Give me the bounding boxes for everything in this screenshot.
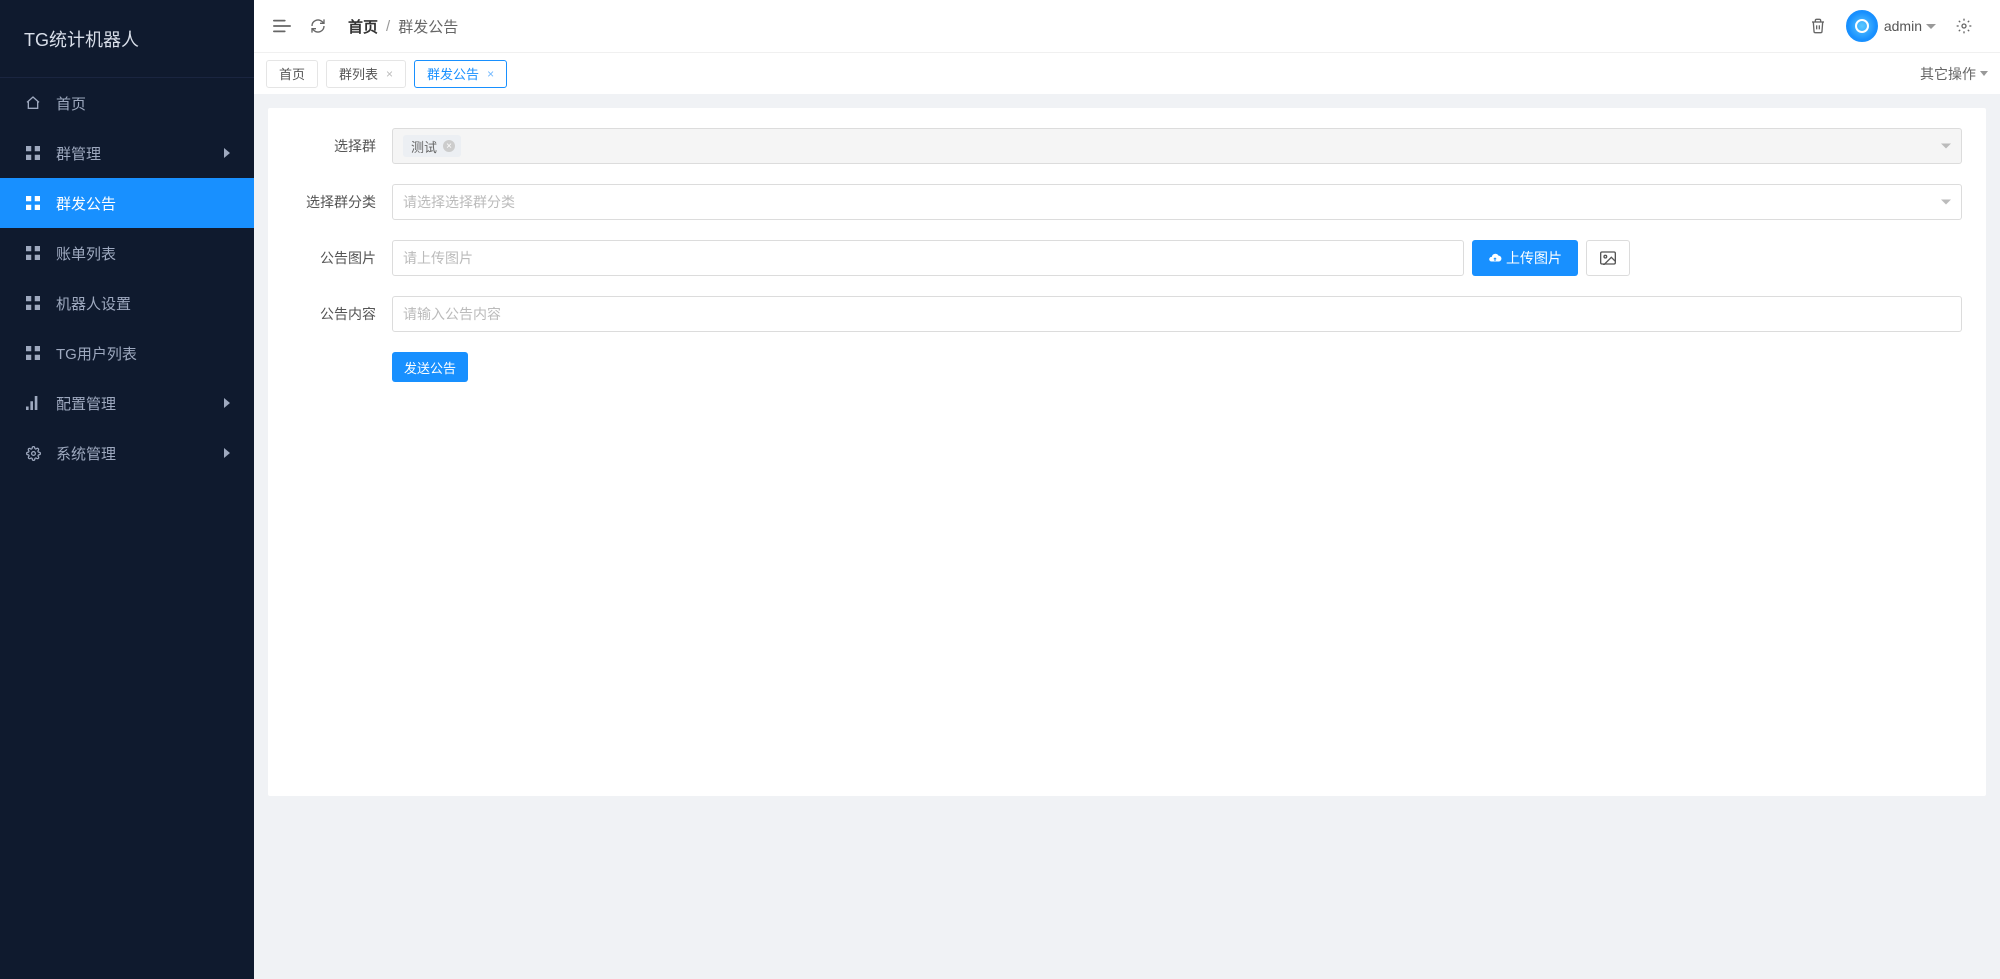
sidebar-item-home[interactable]: 首页: [0, 78, 254, 128]
sidebar-item-bot-settings[interactable]: 机器人设置: [0, 278, 254, 328]
cloud-upload-icon: [1488, 251, 1502, 265]
content-label: 公告内容: [292, 304, 392, 324]
sidebar: TG统计机器人 首页 群管理 群发公告: [0, 0, 254, 979]
menu-toggle-icon[interactable]: [264, 8, 300, 44]
chevron-down-icon: [1941, 200, 1951, 205]
tab-label: 群列表: [339, 64, 378, 83]
tab-group-list[interactable]: 群列表 ×: [326, 60, 406, 88]
avatar[interactable]: [1846, 10, 1878, 42]
image-path-input[interactable]: [392, 240, 1464, 276]
form-row-content: 公告内容: [292, 296, 1962, 332]
form-row-group: 选择群 测试 ×: [292, 128, 1962, 164]
grid-icon: [24, 144, 42, 162]
sidebar-item-label: 系统管理: [56, 443, 116, 464]
tab-label: 群发公告: [427, 64, 479, 83]
submit-button[interactable]: 发送公告: [392, 352, 468, 382]
group-select[interactable]: 测试 ×: [392, 128, 1962, 164]
tabs-bar: 首页 群列表 × 群发公告 × 其它操作: [254, 52, 2000, 94]
category-placeholder: 请选择选择群分类: [403, 192, 515, 212]
group-tag-label: 测试: [411, 137, 437, 156]
chevron-down-icon: [1980, 71, 1988, 76]
gear-icon: [24, 444, 42, 462]
sidebar-item-system[interactable]: 系统管理: [0, 428, 254, 478]
breadcrumb-home[interactable]: 首页: [348, 16, 378, 37]
tabs-more-menu[interactable]: 其它操作: [1920, 64, 1988, 84]
category-label: 选择群分类: [292, 192, 392, 212]
content-panel: 选择群 测试 × 选择群分类 请选择选择群分类: [268, 108, 1986, 796]
app-title: TG统计机器人: [24, 26, 139, 52]
chevron-down-icon[interactable]: [1926, 24, 1936, 29]
sidebar-item-group-manage[interactable]: 群管理: [0, 128, 254, 178]
upload-button[interactable]: 上传图片: [1472, 240, 1578, 276]
image-label: 公告图片: [292, 248, 392, 268]
chevron-right-icon: [224, 448, 230, 458]
breadcrumb: 首页 / 群发公告: [348, 16, 458, 37]
group-label: 选择群: [292, 136, 392, 156]
home-icon: [24, 94, 42, 112]
breadcrumb-page: 群发公告: [398, 16, 458, 37]
sidebar-item-tg-users[interactable]: TG用户列表: [0, 328, 254, 378]
tab-close-icon[interactable]: ×: [386, 67, 393, 81]
upload-label: 上传图片: [1506, 248, 1562, 268]
grid-icon: [24, 194, 42, 212]
main: 首页 / 群发公告 admin 首页 群列表 ×: [254, 0, 2000, 979]
form-row-submit: 发送公告: [292, 352, 1962, 382]
settings-icon[interactable]: [1946, 8, 1982, 44]
sidebar-item-label: 群发公告: [56, 193, 116, 214]
tabs-more-label: 其它操作: [1920, 64, 1976, 84]
sidebar-item-config[interactable]: 配置管理: [0, 378, 254, 428]
tab-home[interactable]: 首页: [266, 60, 318, 88]
chevron-right-icon: [224, 398, 230, 408]
app-logo: TG统计机器人: [0, 0, 254, 78]
grid-icon: [24, 244, 42, 262]
sidebar-item-label: 配置管理: [56, 393, 116, 414]
side-menu: 首页 群管理 群发公告 账单列表: [0, 78, 254, 979]
image-icon: [1600, 251, 1616, 265]
form-row-image: 公告图片 上传图片: [292, 240, 1962, 276]
tab-close-icon[interactable]: ×: [487, 67, 494, 81]
sidebar-item-label: 账单列表: [56, 243, 116, 264]
category-select[interactable]: 请选择选择群分类: [392, 184, 1962, 220]
tab-broadcast[interactable]: 群发公告 ×: [414, 60, 507, 88]
header: 首页 / 群发公告 admin: [254, 0, 2000, 52]
sidebar-item-label: 机器人设置: [56, 293, 131, 314]
tab-label: 首页: [279, 64, 305, 83]
grid-icon: [24, 344, 42, 362]
chevron-down-icon: [1941, 144, 1951, 149]
sidebar-item-label: 群管理: [56, 143, 101, 164]
sidebar-item-bill-list[interactable]: 账单列表: [0, 228, 254, 278]
breadcrumb-separator: /: [386, 18, 390, 35]
tag-remove-icon[interactable]: ×: [443, 140, 455, 152]
refresh-icon[interactable]: [300, 8, 336, 44]
sidebar-item-broadcast[interactable]: 群发公告: [0, 178, 254, 228]
grid-icon: [24, 294, 42, 312]
sidebar-item-label: TG用户列表: [56, 343, 137, 364]
submit-label: 发送公告: [404, 358, 456, 377]
trash-icon[interactable]: [1800, 8, 1836, 44]
sidebar-item-label: 首页: [56, 93, 86, 114]
preview-image-button[interactable]: [1586, 240, 1630, 276]
content-input[interactable]: [392, 296, 1962, 332]
bars-icon: [24, 394, 42, 412]
user-name[interactable]: admin: [1884, 18, 1922, 34]
group-tag[interactable]: 测试 ×: [403, 135, 461, 157]
form-row-category: 选择群分类 请选择选择群分类: [292, 184, 1962, 220]
chevron-right-icon: [224, 148, 230, 158]
